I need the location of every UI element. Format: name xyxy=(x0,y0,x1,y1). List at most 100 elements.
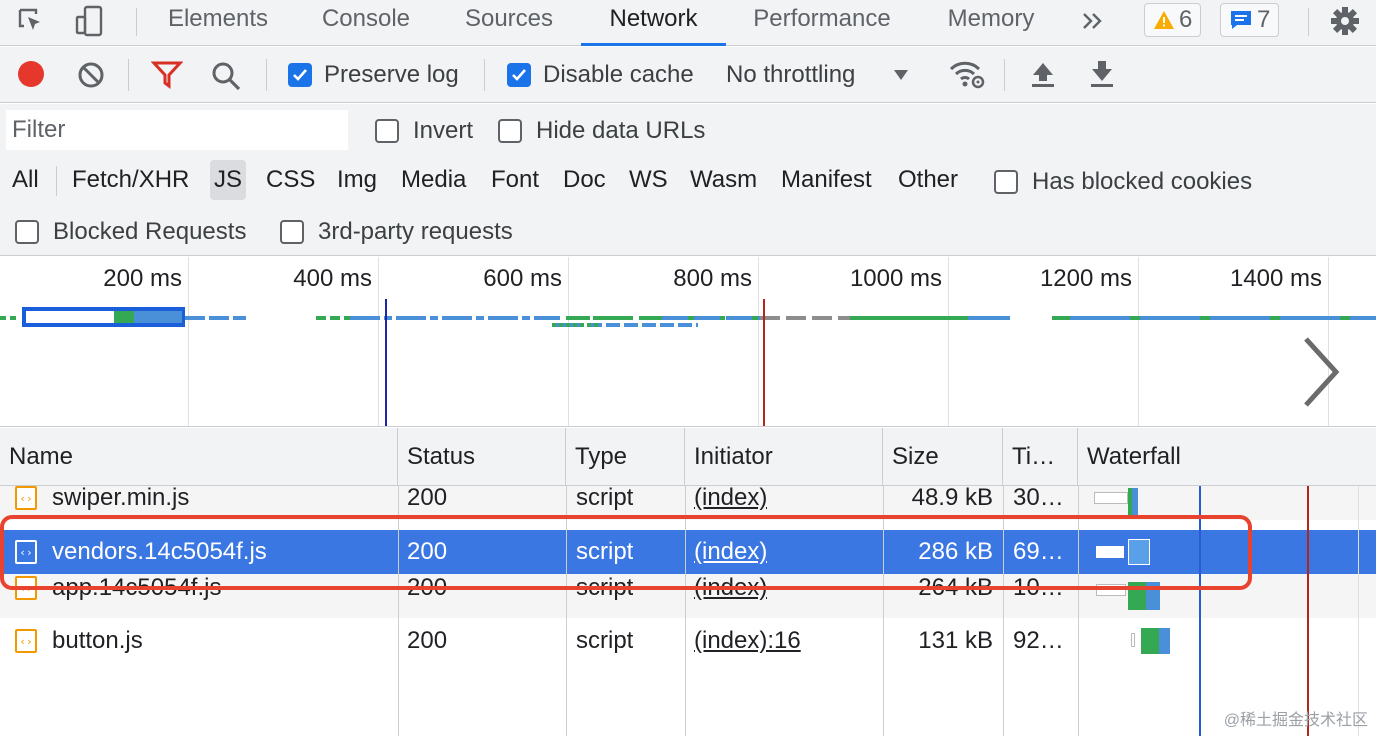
preserve-log-checkbox[interactable] xyxy=(288,63,312,87)
waterfall-load-marker xyxy=(1307,486,1309,736)
chevron-right-icon[interactable] xyxy=(1298,335,1342,409)
type-filter-doc[interactable]: Doc xyxy=(559,160,610,200)
column-header-name[interactable]: Name xyxy=(0,428,398,486)
filter-bar: Invert Hide data URLs All Fetch/XHR JS C… xyxy=(0,104,1376,256)
filter-funnel-icon xyxy=(151,61,183,89)
watermark: @稀土掘金技术社区 xyxy=(1223,712,1368,729)
download-icon xyxy=(1091,61,1113,87)
hide-data-urls-option[interactable]: Hide data URLs xyxy=(498,117,705,145)
tab-performance[interactable]: Performance xyxy=(738,0,906,46)
type-filter-media[interactable]: Media xyxy=(397,160,470,200)
blocked-requests-label: Blocked Requests xyxy=(53,218,247,245)
import-har-button[interactable] xyxy=(1030,59,1056,89)
column-header-type[interactable]: Type xyxy=(566,428,685,486)
clear-icon xyxy=(78,62,104,88)
tab-console[interactable]: Console xyxy=(306,0,426,46)
overview-gridline xyxy=(568,257,569,426)
messages-badge[interactable]: 7 xyxy=(1220,3,1280,37)
search-button[interactable] xyxy=(210,60,242,92)
blocked-requests-option[interactable]: Blocked Requests xyxy=(15,218,246,246)
divider xyxy=(56,166,57,196)
type-filter-other[interactable]: Other xyxy=(894,160,962,200)
throttling-select[interactable]: No throttling xyxy=(726,61,909,89)
network-overview[interactable]: 200 ms 400 ms 600 ms 800 ms 1000 ms 1200… xyxy=(0,257,1376,427)
column-header-waterfall[interactable]: Waterfall xyxy=(1078,428,1376,486)
type-filter-js[interactable]: JS xyxy=(210,160,247,200)
type-filter-img[interactable]: Img xyxy=(333,160,381,200)
table-row[interactable]: ‹› button.js 200 script (index):16 131 k… xyxy=(0,619,1376,663)
message-icon xyxy=(1231,11,1251,29)
waterfall-download-bar xyxy=(1159,628,1170,654)
load-marker xyxy=(763,299,765,426)
column-header-size[interactable]: Size xyxy=(883,428,1003,486)
script-file-icon: ‹› xyxy=(15,629,37,653)
network-toolbar: Preserve log Disable cache No throttling xyxy=(0,47,1376,103)
divider xyxy=(128,59,129,91)
has-blocked-cookies-checkbox[interactable] xyxy=(994,170,1018,194)
overview-tick-label: 800 ms xyxy=(673,265,752,292)
waterfall-queue-bar xyxy=(1131,633,1135,647)
invert-label: Invert xyxy=(413,117,474,144)
type-filter-css[interactable]: CSS xyxy=(262,160,319,200)
overview-tick-label: 600 ms xyxy=(483,265,562,292)
tab-sources[interactable]: Sources xyxy=(450,0,568,46)
type-filter-wasm[interactable]: Wasm xyxy=(686,160,761,200)
divider xyxy=(1004,59,1005,91)
warnings-count: 6 xyxy=(1179,6,1193,33)
has-blocked-cookies-option[interactable]: Has blocked cookies xyxy=(994,168,1252,196)
overview-tick-label: 1400 ms xyxy=(1229,265,1322,292)
warnings-badge[interactable]: 6 xyxy=(1144,3,1202,37)
third-party-requests-label: 3rd-party requests xyxy=(318,218,513,245)
messages-count: 7 xyxy=(1257,6,1271,33)
overview-tick-label: 1200 ms xyxy=(1039,265,1132,292)
third-party-requests-option[interactable]: 3rd-party requests xyxy=(280,218,513,246)
export-har-button[interactable] xyxy=(1089,59,1115,89)
request-initiator-link[interactable]: (index):16 xyxy=(694,619,801,663)
blocked-requests-checkbox[interactable] xyxy=(15,220,39,244)
divider xyxy=(136,8,137,36)
inspect-element-icon[interactable] xyxy=(14,4,48,38)
type-filter-manifest[interactable]: Manifest xyxy=(777,160,876,200)
invert-option[interactable]: Invert xyxy=(375,117,473,145)
invert-checkbox[interactable] xyxy=(375,119,399,143)
overview-gridline xyxy=(188,257,189,426)
third-party-requests-checkbox[interactable] xyxy=(280,220,304,244)
filter-toggle-button[interactable] xyxy=(151,60,183,90)
overview-tick-label: 400 ms xyxy=(293,265,372,292)
waterfall-queue-bar xyxy=(1094,492,1128,504)
column-header-time[interactable]: Ti… xyxy=(1003,428,1078,486)
disable-cache-checkbox[interactable] xyxy=(507,63,531,87)
request-type: script xyxy=(576,627,634,654)
devtools-tabbar: Elements Console Sources Network Perform… xyxy=(0,0,1376,46)
waterfall-waiting-bar xyxy=(1128,488,1132,518)
filter-input[interactable] xyxy=(6,110,348,150)
type-filter-fetch-xhr[interactable]: Fetch/XHR xyxy=(68,160,193,200)
column-header-initiator[interactable]: Initiator xyxy=(685,428,883,486)
script-file-icon: ‹› xyxy=(15,486,37,510)
hide-data-urls-checkbox[interactable] xyxy=(498,119,522,143)
domcontentloaded-marker xyxy=(385,299,387,426)
settings-gear-icon[interactable] xyxy=(1328,4,1362,38)
overview-gridline xyxy=(1138,257,1139,426)
upload-icon xyxy=(1032,63,1054,87)
warning-icon xyxy=(1154,11,1174,29)
type-filter-font[interactable]: Font xyxy=(487,160,543,200)
waterfall-gridline xyxy=(1358,486,1359,736)
overview-gridline xyxy=(948,257,949,426)
clear-button[interactable] xyxy=(76,60,106,90)
overview-request-bars xyxy=(0,307,1376,327)
disable-cache-label: Disable cache xyxy=(543,61,694,88)
tab-memory[interactable]: Memory xyxy=(930,0,1052,46)
preserve-log-option[interactable]: Preserve log xyxy=(288,61,459,89)
disable-cache-option[interactable]: Disable cache xyxy=(507,61,694,89)
type-filter-ws[interactable]: WS xyxy=(625,160,672,200)
tab-network[interactable]: Network xyxy=(581,0,726,46)
device-toolbar-icon[interactable] xyxy=(72,4,106,38)
double-chevron-right-icon[interactable] xyxy=(1075,4,1109,38)
tab-elements[interactable]: Elements xyxy=(155,0,281,46)
network-conditions-button[interactable] xyxy=(948,59,986,91)
column-header-status[interactable]: Status xyxy=(398,428,566,486)
type-filter-all[interactable]: All xyxy=(8,160,43,200)
request-size: 131 kB xyxy=(918,627,993,654)
record-button[interactable] xyxy=(16,59,46,89)
